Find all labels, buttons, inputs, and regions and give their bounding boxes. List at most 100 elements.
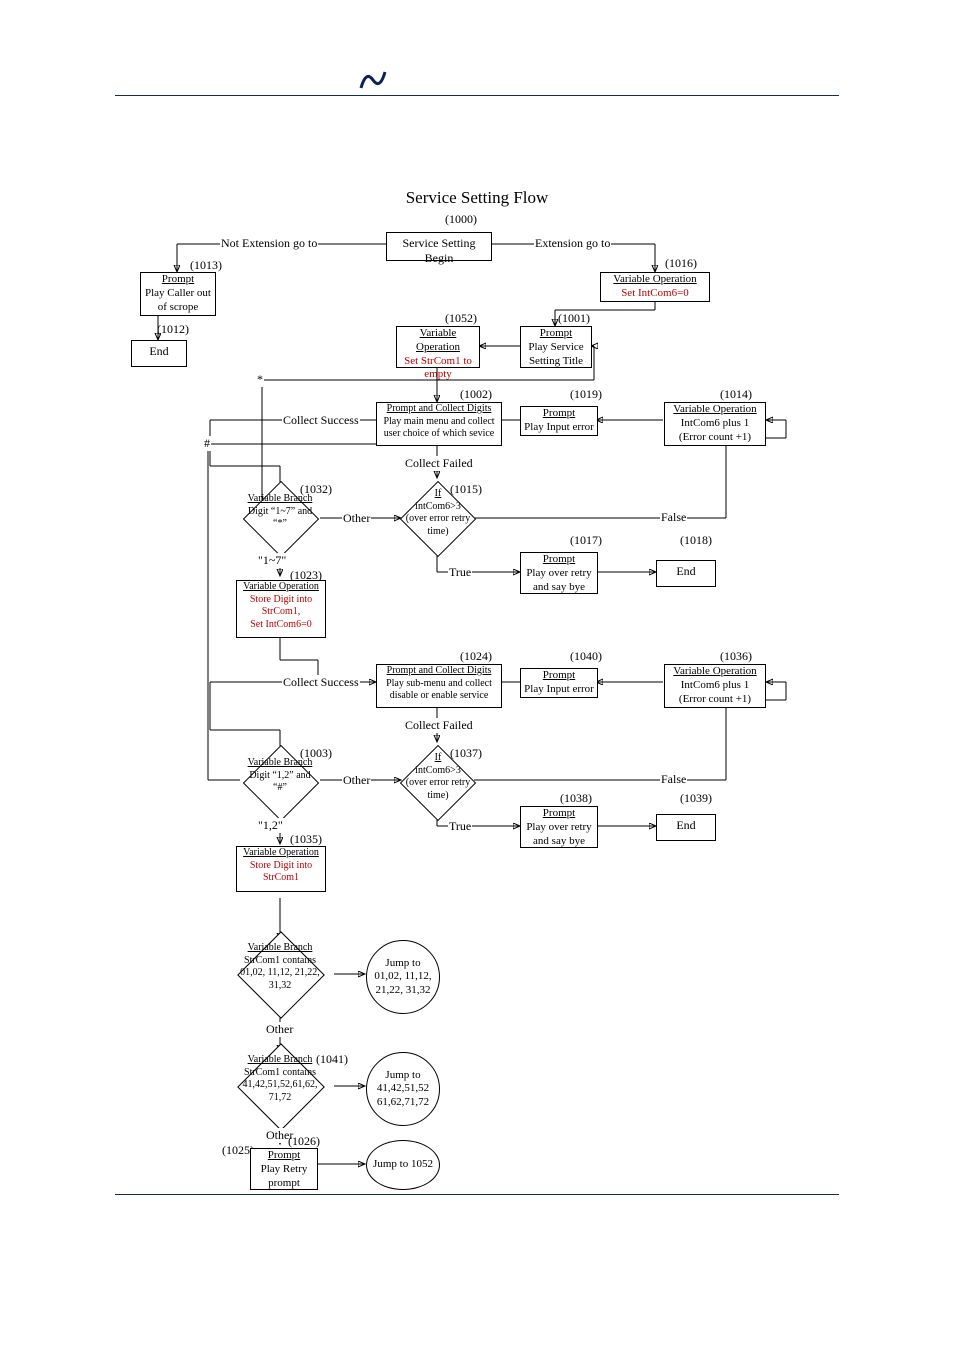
edge-star: * [256,372,264,387]
n1003-l2: “#” [273,782,287,793]
n1041-l1: StrCom1 contains [244,1067,316,1078]
n1019-h: Prompt [543,407,575,419]
id-1019: (1019) [570,387,602,402]
n1038-l2: and say bye [533,835,585,847]
n1037-l3: time) [427,790,448,801]
n1003-l1: Digit “1,2” and [249,770,310,781]
n1023-l2: StrCom1, [262,606,301,617]
n1017-h: Prompt [543,553,575,565]
node-1032: Variable Branch Digit “1~7” and “*” [234,493,326,531]
n1017-l1: Play over retry [526,567,591,579]
node-1001: Prompt Play Service Setting Title [520,326,592,368]
id-1001: (1001) [558,311,590,326]
n1023-h: Variable Operation [243,581,319,592]
id-1013: (1013) [190,258,222,273]
n1016-l1: Set IntCom6=0 [621,287,689,299]
node-1041: Variable Branch StrCom1 contains 41,42,5… [226,1054,334,1104]
n1002-h: Prompt and Collect Digits [387,403,492,414]
n1035-l2: StrCom1 [263,872,299,883]
n1041-h: Variable Branch [248,1054,313,1065]
jump-circle-1: Jump to 01,02, 11,12, 21,22, 31,32 [366,940,440,1014]
jump-circle-3: Jump to 1052 [366,1140,440,1190]
n1032-l1: Digit “1~7” and [248,506,312,517]
edge-not-ext: Not Extension go to [220,236,318,251]
n1023-l1: Store Digit into [250,594,312,605]
edge-d17: "1~7" [257,553,287,568]
n1019-l1: Play Input error [524,421,594,433]
id-1018: (1018) [680,533,712,548]
vb1-l1: StrCom1 contains [244,955,316,966]
j2-l3: 61,62,71,72 [377,1096,429,1108]
n1036-h: Variable Operation [673,665,756,677]
node-1026: Prompt Play Retry prompt [250,1148,318,1190]
edge-collsucc-2: Collect Success [282,675,360,690]
n1037-l2: (over error retry [406,777,470,788]
n1018-l1: End [676,564,695,578]
n1040-l1: Play Input error [524,683,594,695]
node-vb1: Variable Branch StrCom1 contains 01,02, … [226,942,334,992]
n1003-h: Variable Branch [248,757,313,768]
n1013-l2: of scrope [158,301,199,313]
node-1002: Prompt and Collect Digits Play main menu… [376,402,502,446]
footer-rule [115,1194,839,1195]
id-1040: (1040) [570,649,602,664]
n1002-l1: Play main menu and collect [383,416,494,427]
n1017-l2: and say bye [533,581,585,593]
id-1000: (1000) [445,212,477,227]
id-1052: (1052) [445,311,477,326]
id-1016: (1016) [665,256,697,271]
node-1040: Prompt Play Input error [520,668,598,698]
n1000-l1: Service Setting Begin [403,236,476,265]
j3-l1: Jump to 1052 [373,1158,433,1171]
n1024-l1: Play sub-menu and collect [386,678,492,689]
n1024-h: Prompt and Collect Digits [387,665,492,676]
n1012-l1: End [149,344,168,358]
brand-logo [358,68,388,90]
node-1024: Prompt and Collect Digits Play sub-menu … [376,664,502,708]
edge-false-2: False [660,772,687,787]
node-1003: Variable Branch Digit “1,2” and “#” [234,757,326,795]
edge-other-1: Other [342,511,371,526]
n1014-l1: IntCom6 plus 1 [681,417,749,429]
edge-d12: "1,2" [257,818,284,833]
edge-collfail-1: Collect Failed [404,456,474,471]
n1026-l1: Play Retry [261,1163,308,1175]
node-1039: End [656,814,716,841]
j1-l3: 21,22, 31,32 [376,984,431,996]
n1023-l3: Set IntCom6=0 [250,619,311,630]
n1052-l1: Set StrCom1 to [404,355,472,367]
id-1038: (1038) [560,791,592,806]
n1015-l3: time) [427,526,448,537]
edge-false-1: False [660,510,687,525]
n1052-l2: empty [424,368,452,380]
node-1019: Prompt Play Input error [520,406,598,436]
n1026-l2: prompt [268,1177,300,1189]
n1024-l2: disable or enable service [390,690,489,701]
id-1014: (1014) [720,387,752,402]
n1014-l2: (Error count +1) [679,431,751,443]
id-1026: (1026) [288,1134,320,1149]
node-1000: Service Setting Begin [386,232,492,261]
n1015-l2: (over error retry [406,513,470,524]
node-1016: Variable Operation Set IntCom6=0 [600,272,710,302]
node-1038: Prompt Play over retry and say bye [520,806,598,848]
edge-true-1: True [448,565,472,580]
n1039-l1: End [676,818,695,832]
n1013-h: Prompt [162,273,194,285]
n1038-l1: Play over retry [526,821,591,833]
j1-l1: Jump to [385,957,420,969]
n1035-l1: Store Digit into [250,860,312,871]
edge-hash: # [203,436,211,451]
diagram-title: Service Setting Flow [0,188,954,208]
n1001-l2: Setting Title [529,355,583,367]
n1014-h: Variable Operation [673,403,756,415]
id-1024: (1024) [460,649,492,664]
n1035-h: Variable Operation [243,847,319,858]
node-1035: Variable Operation Store Digit into StrC… [236,846,326,892]
n1041-l3: 71,72 [269,1092,292,1103]
node-1018: End [656,560,716,587]
node-1036: Variable Operation IntCom6 plus 1 (Error… [664,664,766,708]
n1032-h: Variable Branch [248,493,313,504]
jump-circle-2: Jump to 41,42,51,52 61,62,71,72 [366,1052,440,1126]
node-1015: If intCom6>3 (over error retry time) [398,488,478,538]
